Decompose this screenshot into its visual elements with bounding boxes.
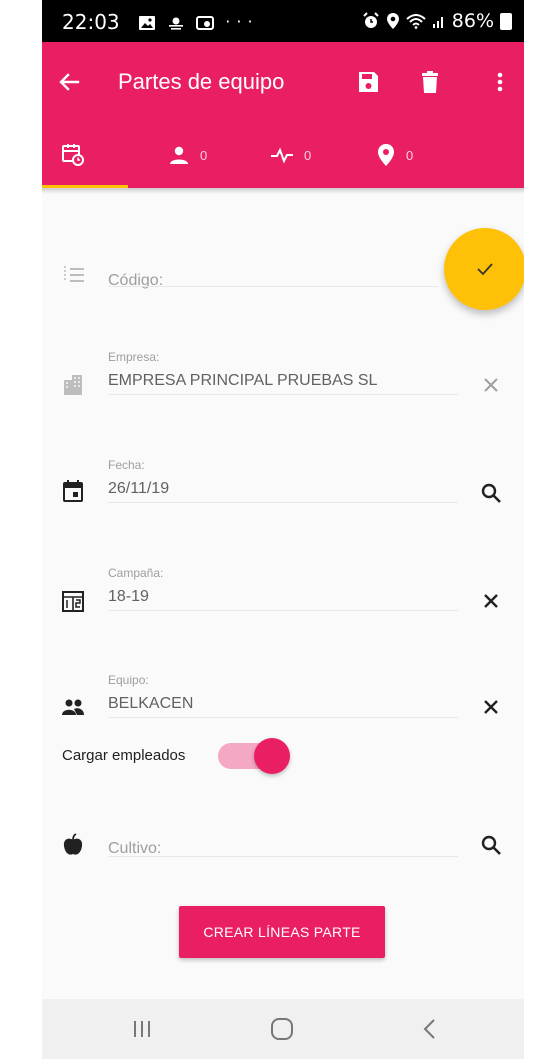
- tab-empleados[interactable]: 0: [168, 122, 207, 188]
- activity-icon: [271, 147, 293, 164]
- system-icons: 86%: [362, 10, 512, 32]
- equipo-label: Equipo:: [108, 673, 149, 687]
- back-button[interactable]: [50, 62, 90, 102]
- status-bar: 22:03 ··· 86%: [42, 0, 524, 42]
- tab-shadow: [42, 188, 524, 194]
- more-vert-icon: [497, 72, 503, 92]
- campana-input[interactable]: 18-19: [108, 588, 149, 606]
- check-icon: [477, 263, 493, 276]
- more-options-button[interactable]: [482, 64, 518, 100]
- tab-bar: 0 0 0: [42, 122, 524, 188]
- battery-icon: [500, 12, 512, 30]
- location-icon: [386, 13, 399, 29]
- fecha-underline: [108, 502, 458, 503]
- search-icon[interactable]: [478, 480, 504, 506]
- battery-level: 86%: [451, 10, 494, 32]
- wifi-icon: [406, 14, 426, 29]
- fecha-label: Fecha:: [108, 458, 145, 472]
- more-notifications-icon: ···: [225, 12, 259, 31]
- confirm-fab[interactable]: [444, 228, 524, 310]
- back-icon[interactable]: [410, 1014, 450, 1044]
- tab-general[interactable]: [60, 122, 86, 188]
- alarm-icon: [363, 12, 379, 28]
- delete-icon: [422, 71, 438, 93]
- switch-thumb[interactable]: [254, 738, 290, 774]
- location-pin-icon: [378, 144, 394, 166]
- notification-icons: ···: [138, 12, 259, 31]
- delete-button[interactable]: [412, 64, 448, 100]
- search-icon[interactable]: [478, 832, 504, 858]
- system-nav-bar: [42, 999, 524, 1059]
- recents-icon[interactable]: [122, 1014, 162, 1044]
- crear-lineas-parte-button[interactable]: CREAR LÍNEAS PARTE: [179, 906, 385, 958]
- phone-screen: 22:03 ··· 86% Partes de equipo 0 0 0 Cód…: [42, 0, 524, 1059]
- page-title: Partes de equipo: [118, 69, 285, 94]
- app-bar: Partes de equipo: [42, 42, 524, 122]
- equipo-input[interactable]: BELKACEN: [108, 695, 193, 713]
- gamepad-icon: [196, 15, 215, 30]
- list-icon: [64, 266, 84, 282]
- calendar-range-icon: [62, 591, 84, 612]
- status-time: 22:03: [62, 10, 120, 34]
- cargar-empleados-label: Cargar empleados: [62, 747, 186, 764]
- campana-underline: [108, 610, 458, 611]
- empresa-input[interactable]: EMPRESA PRINCIPAL PRUEBAS SL: [108, 372, 377, 390]
- save-button[interactable]: [350, 64, 386, 100]
- apple-icon: [63, 833, 83, 855]
- clear-icon[interactable]: [478, 372, 504, 398]
- calendar-clock-icon: [62, 144, 84, 166]
- clear-icon[interactable]: [478, 588, 504, 614]
- tab-ubicacion[interactable]: 0: [376, 122, 413, 188]
- tab-actividad[interactable]: 0: [270, 122, 311, 188]
- clear-icon[interactable]: [478, 694, 504, 720]
- back-arrow-icon: [59, 73, 80, 91]
- event-icon: [63, 480, 83, 502]
- weather-icon: [169, 17, 184, 30]
- signal-icon: [432, 17, 443, 28]
- campana-label: Campaña:: [108, 566, 164, 580]
- codigo-underline: [108, 286, 438, 287]
- empresa-underline: [108, 394, 458, 395]
- home-icon[interactable]: [262, 1014, 302, 1044]
- gallery-icon: [139, 15, 155, 30]
- fecha-input[interactable]: 26/11/19: [108, 480, 169, 498]
- equipo-underline: [108, 717, 458, 718]
- empresa-label: Empresa:: [108, 350, 160, 364]
- tab-count: 0: [304, 147, 312, 163]
- group-icon: [62, 699, 84, 715]
- building-icon: [64, 375, 82, 395]
- cultivo-underline: [108, 856, 458, 857]
- save-icon: [359, 72, 378, 92]
- person-icon: [170, 146, 188, 164]
- tab-count: 0: [406, 147, 414, 163]
- tab-count: 0: [200, 147, 208, 163]
- codigo-input[interactable]: Código:: [108, 272, 163, 290]
